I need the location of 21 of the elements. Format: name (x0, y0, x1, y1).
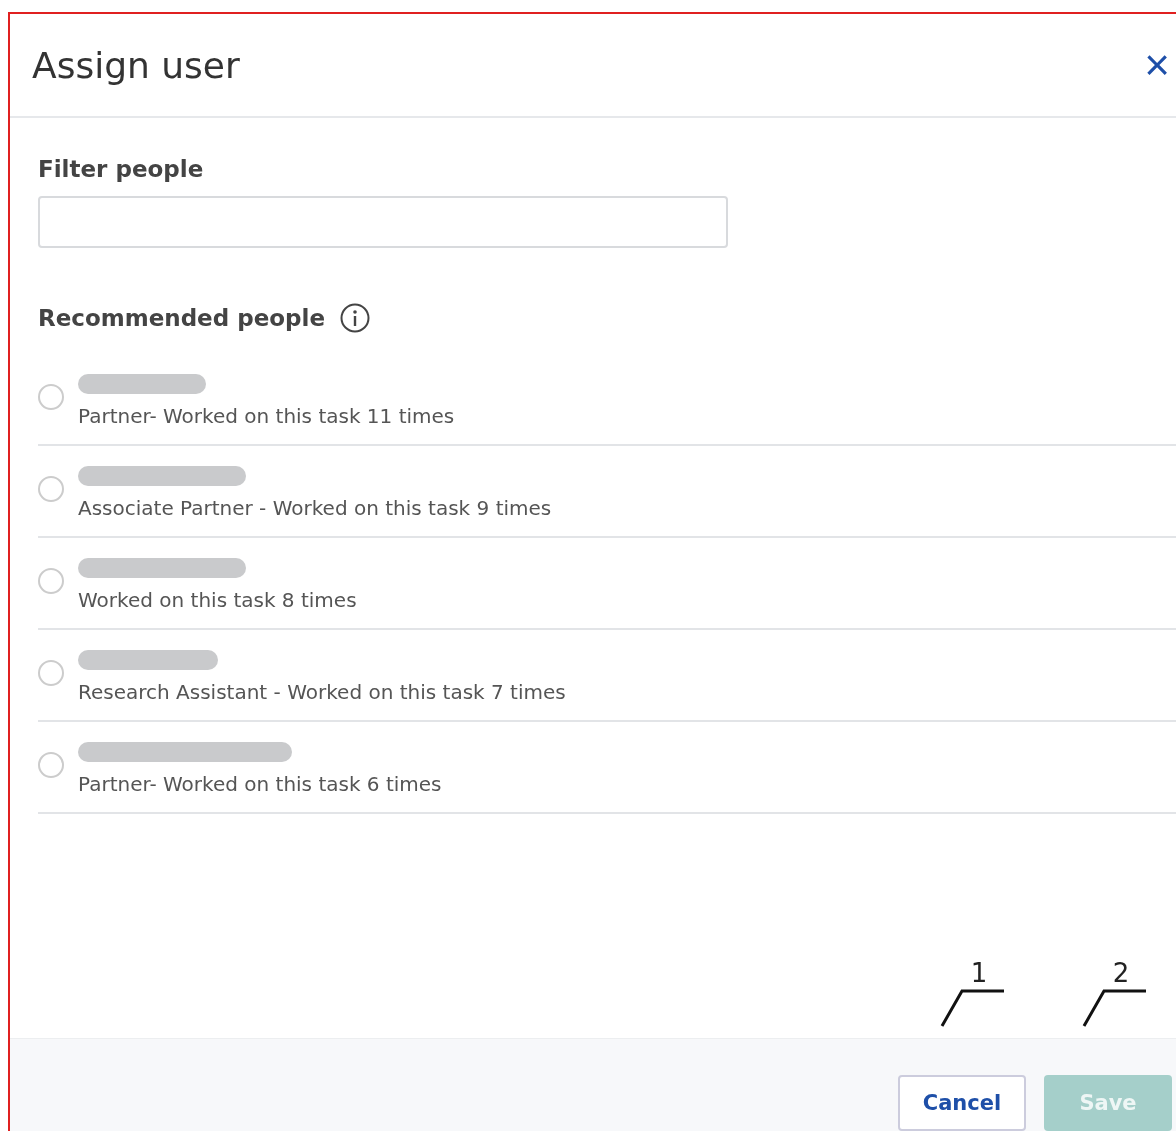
filter-field[interactable] (38, 196, 728, 248)
radio-button[interactable] (38, 476, 64, 502)
radio-button[interactable] (38, 568, 64, 594)
callout-number: 2 (1112, 958, 1130, 988)
radio-button[interactable] (38, 660, 64, 686)
person-detail: Associate Partner - Worked on this task 9 times (78, 496, 553, 520)
person-detail: Partner- Worked on this task 6 times (78, 772, 443, 796)
dialog-title: Assign user (32, 44, 240, 86)
close-button[interactable]: × (1144, 43, 1176, 87)
cancel-button[interactable]: Cancel (898, 1075, 1026, 1131)
radio-button[interactable] (38, 384, 64, 410)
person-detail: Worked on this task 8 times (78, 588, 358, 612)
person-detail: Partner- Worked on this task 11 times (78, 404, 456, 428)
section-heading: Recommended people (38, 305, 325, 331)
radio-button[interactable] (38, 752, 64, 778)
person-detail: Research Assistant - Worked on this task 7 times (78, 680, 567, 704)
leader-line (1082, 988, 1148, 1028)
info-icon[interactable] (339, 302, 371, 334)
callout-number: 1 (970, 958, 988, 988)
leader-line (940, 988, 1006, 1028)
field-label: Filter people (38, 156, 205, 182)
